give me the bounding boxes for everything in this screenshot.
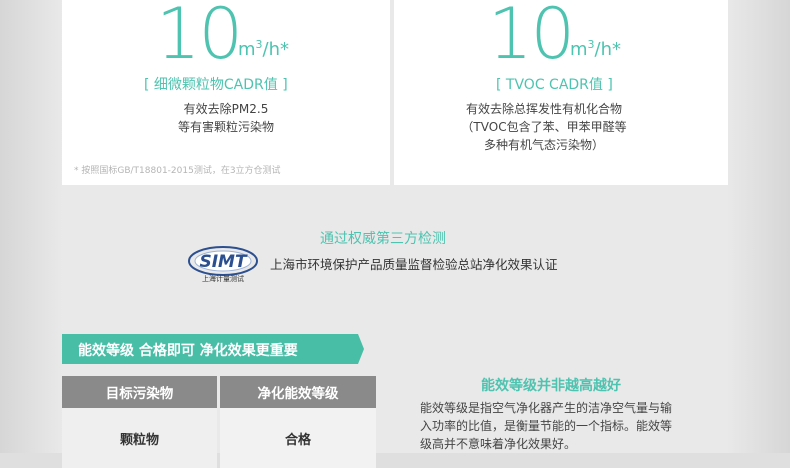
pm25-cadr-card: 10 m3/h* [ 细微颗粒物CADR值 ] 有效去除PM2.5 等有害颗粒污… bbox=[62, 0, 390, 185]
certification-text: 上海市环境保护产品质量监督检验总站净化效果认证 bbox=[270, 257, 558, 272]
table-cell: 颗粒物 bbox=[62, 408, 217, 468]
banner-text: 能效等级 合格即可 净化效果更重要 bbox=[78, 343, 298, 359]
tvoc-cadr-card: 10 m3/h* [ TVOC CADR值 ] 有效去除总挥发性有机化合物 （T… bbox=[394, 0, 728, 185]
simt-logo: SIMT 上海计量测试 bbox=[187, 244, 259, 283]
energy-banner: 能效等级 合格即可 净化效果更重要 bbox=[62, 334, 364, 364]
header-target-pollutant: 目标污染物 bbox=[62, 376, 217, 408]
cadr-description: 有效去除PM2.5 等有害颗粒污染物 bbox=[177, 102, 274, 134]
tvoc-description: 有效去除总挥发性有机化合物 （TVOC包含了苯、甲苯甲醛等 多种有机气态污染物） bbox=[461, 102, 627, 152]
explanation-body: 能效等级是指空气净化器产生的洁净空气量与输 入功率的比值，是衡量节能的一个指标。… bbox=[420, 401, 673, 451]
cadr-unit: m3/h* bbox=[238, 38, 290, 60]
table-cell: 合格 bbox=[220, 408, 376, 468]
cadr-value: 10 bbox=[156, 0, 243, 75]
explanation-title: 能效等级并非越高越好 bbox=[481, 378, 621, 394]
header-efficiency-grade: 净化能效等级 bbox=[220, 376, 376, 408]
certification-title: 通过权威第三方检测 bbox=[320, 231, 446, 247]
cadr-tag: [ 细微颗粒物CADR值 ] bbox=[144, 77, 288, 93]
test-note: * 按照国标GB/T18801-2015测试，在3立方仓测试 bbox=[74, 166, 281, 176]
page: 10 m3/h* [ 细微颗粒物CADR值 ] 有效去除PM2.5 等有害颗粒污… bbox=[0, 0, 790, 468]
svg-text:SIMT: SIMT bbox=[199, 252, 247, 272]
svg-text:上海计量测试: 上海计量测试 bbox=[202, 274, 244, 282]
tvoc-unit: m3/h* bbox=[570, 38, 622, 60]
tvoc-tag: [ TVOC CADR值 ] bbox=[496, 77, 613, 93]
tvoc-value: 10 bbox=[488, 0, 575, 75]
